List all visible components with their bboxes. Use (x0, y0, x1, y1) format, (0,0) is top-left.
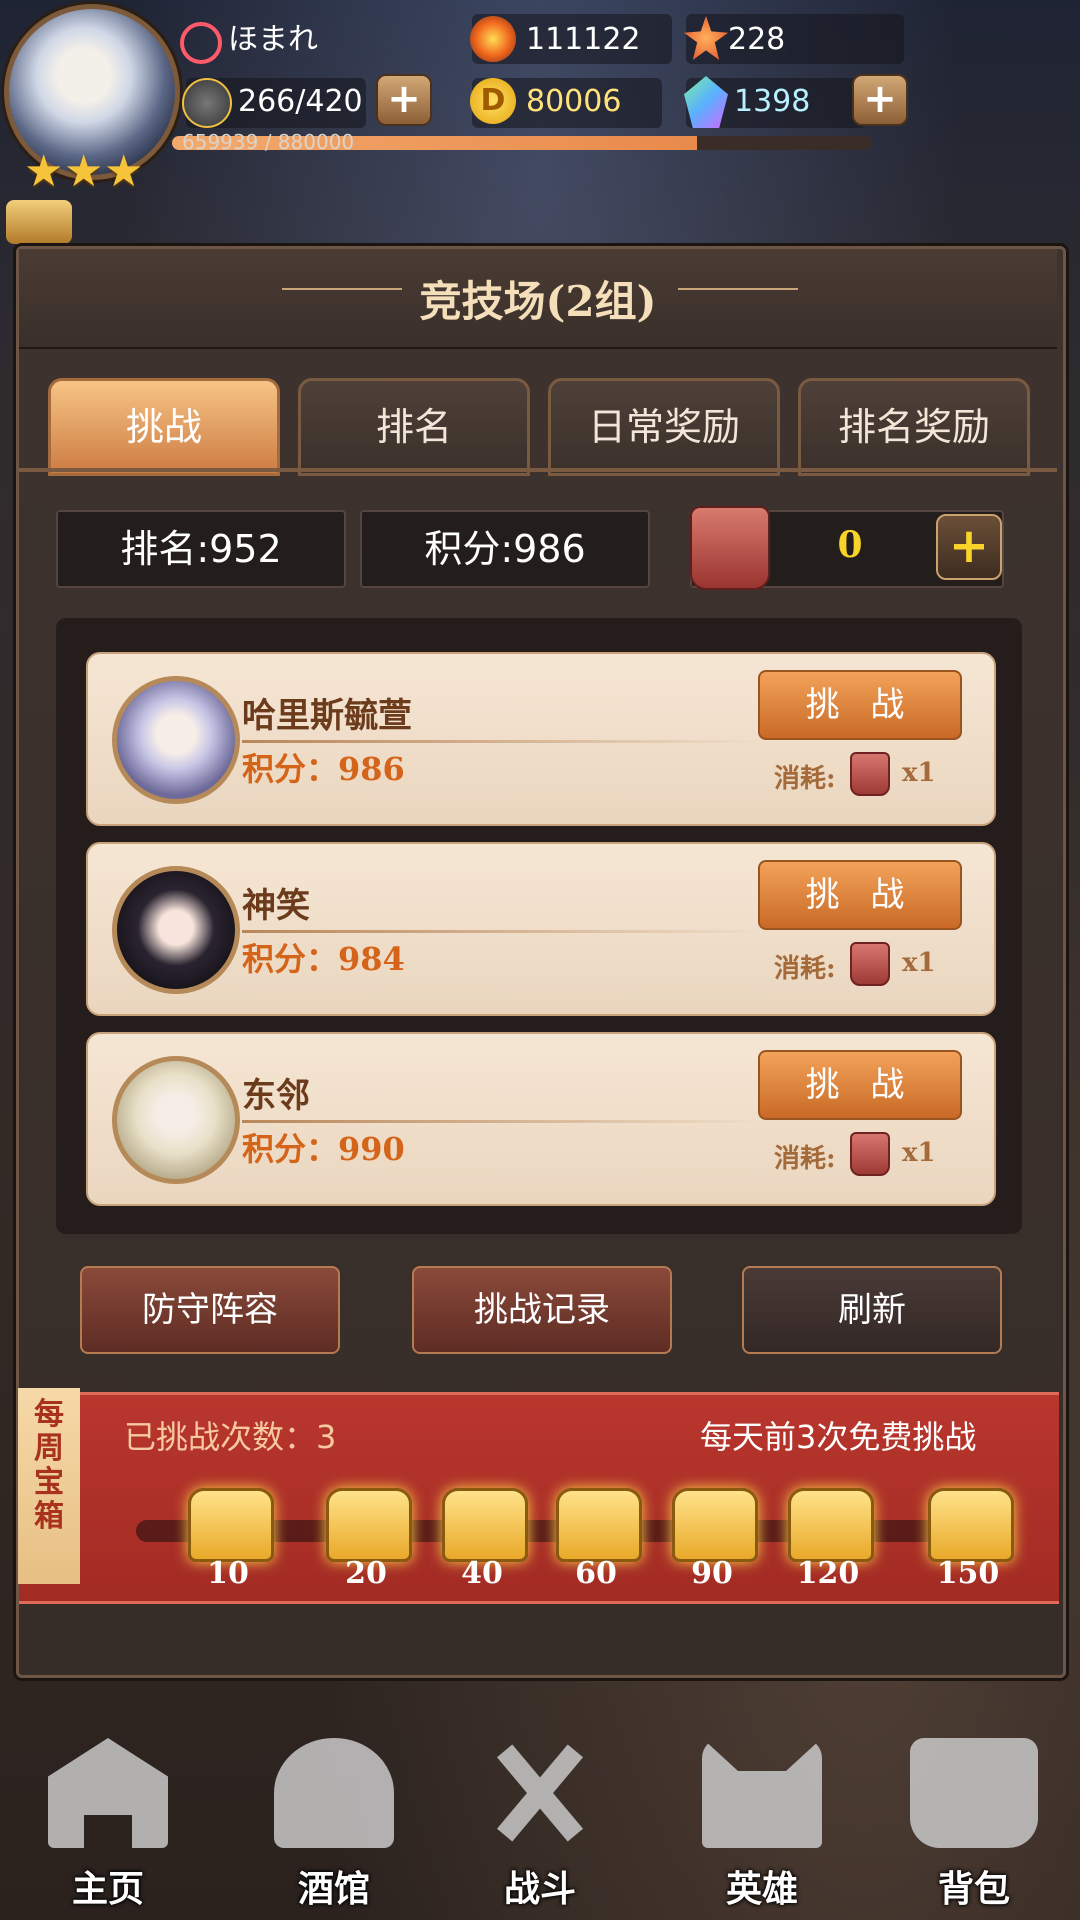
chest-milestone: 150 (936, 1556, 1000, 1591)
fire-currency-value: 111122 (526, 22, 641, 57)
weekly-chest-banner: 每周宝箱 (18, 1388, 80, 1584)
opponent-avatar[interactable] (112, 1056, 240, 1184)
rank-box: 排名:952 (56, 510, 346, 588)
tab-daily-rewards[interactable]: 日常奖励 (548, 378, 780, 476)
add-stamina-button[interactable]: + (376, 74, 432, 126)
tab-ranking[interactable]: 排名 (298, 378, 530, 476)
card-divider (242, 740, 762, 743)
chest-milestone: 20 (345, 1556, 387, 1591)
cost-quantity: x1 (902, 948, 936, 978)
ticket-icon (850, 752, 890, 796)
gold-coin-icon: D (470, 78, 516, 124)
cost-quantity: x1 (902, 1138, 936, 1168)
challenge-button[interactable]: 挑 战 (758, 860, 962, 930)
refresh-button[interactable]: 刷新 (742, 1266, 1002, 1354)
treasure-chest-icon[interactable] (928, 1488, 1014, 1562)
chest-milestone: 10 (207, 1556, 249, 1591)
star-icon: ★ (104, 146, 144, 197)
arena-title: 竞技场(2组) (419, 277, 657, 326)
gold-value: 80006 (526, 84, 622, 119)
treasure-chest-icon[interactable] (788, 1488, 874, 1562)
exp-text: 659939 / 880000 (182, 130, 355, 154)
card-divider (242, 930, 762, 933)
challenge-count: 已挑战次数：3 (124, 1418, 337, 1456)
challenge-button[interactable]: 挑 战 (758, 670, 962, 740)
backpack-icon[interactable] (910, 1738, 1038, 1848)
treasure-chest-icon[interactable] (188, 1488, 274, 1562)
tavern-beer-icon[interactable] (274, 1738, 394, 1848)
chest-milestone: 120 (796, 1556, 860, 1591)
gender-female-icon (180, 22, 222, 64)
chest-milestone: 40 (461, 1556, 503, 1591)
star-icon: ★ (64, 146, 104, 197)
challenge-record-button[interactable]: 挑战记录 (412, 1266, 672, 1354)
nav-hero-label[interactable]: 英雄 (692, 1860, 832, 1912)
opponent-avatar[interactable] (112, 866, 240, 994)
challenge-ticket-icon (690, 506, 770, 590)
weekly-chest-banner-text: 每周宝箱 (34, 1397, 64, 1534)
star-gem-value: 228 (728, 22, 786, 57)
announcement-horn-icon[interactable] (6, 200, 72, 244)
tab-challenge[interactable]: 挑战 (48, 378, 280, 476)
nav-tavern-label[interactable]: 酒馆 (264, 1860, 404, 1912)
opponent-name: 东邻 (242, 1076, 310, 1116)
cost-label: 消耗: (774, 954, 836, 984)
opponent-score: 积分：984 (242, 940, 405, 978)
treasure-chest-icon[interactable] (672, 1488, 758, 1562)
lightning-icon (182, 78, 232, 128)
opponent-name: 神笑 (242, 886, 310, 926)
cost-label: 消耗: (774, 764, 836, 794)
cost-quantity: x1 (902, 758, 936, 788)
treasure-chest-icon[interactable] (326, 1488, 412, 1562)
defense-lineup-button[interactable]: 防守阵容 (80, 1266, 340, 1354)
opponent-score: 积分：990 (242, 1130, 405, 1168)
nav-home-label[interactable]: 主页 (38, 1860, 178, 1912)
challenge-button[interactable]: 挑 战 (758, 1050, 962, 1120)
fire-icon (470, 16, 516, 62)
opponent-avatar[interactable] (112, 676, 240, 804)
player-name: ほまれ (228, 22, 318, 57)
stamina-value: 266/420 (238, 84, 363, 119)
tab-divider (19, 468, 1057, 472)
treasure-chest-icon[interactable] (442, 1488, 528, 1562)
chest-milestone: 60 (575, 1556, 617, 1591)
cost-label: 消耗: (774, 1144, 836, 1174)
add-ticket-button[interactable]: + (936, 514, 1002, 580)
battle-sword-icon[interactable] (480, 1738, 600, 1848)
crystal-value: 1398 (734, 84, 811, 119)
score-box: 积分:986 (360, 510, 650, 588)
tab-rank-rewards[interactable]: 排名奖励 (798, 378, 1030, 476)
nav-battle-label[interactable]: 战斗 (470, 1860, 610, 1912)
ticket-count: 0 (837, 524, 863, 566)
free-challenge-hint: 每天前3次免费挑战 (700, 1418, 977, 1456)
ticket-icon (850, 1132, 890, 1176)
treasure-chest-icon[interactable] (556, 1488, 642, 1562)
opponent-score: 积分：986 (242, 750, 405, 788)
ticket-icon (850, 942, 890, 986)
add-crystal-button[interactable]: + (852, 74, 908, 126)
star-icon: ★ (24, 146, 64, 197)
nav-backpack-label[interactable]: 背包 (904, 1860, 1044, 1912)
chest-milestone: 90 (691, 1556, 733, 1591)
opponent-name: 哈里斯毓萱 (242, 696, 412, 736)
card-divider (242, 1120, 762, 1123)
